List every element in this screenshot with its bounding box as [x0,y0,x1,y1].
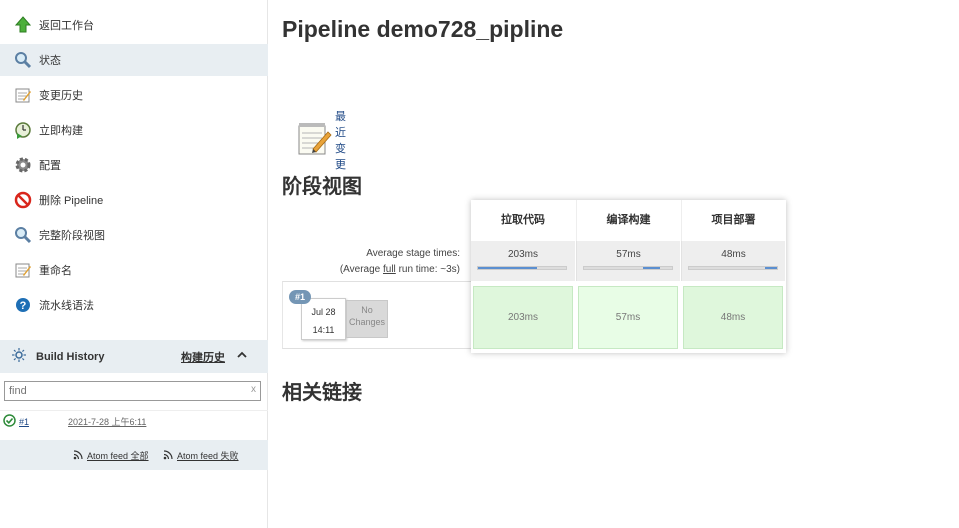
sidebar: 返回工作台 状态 变更历史 立即构建 配置 删除 Pipeline 完整阶段视图… [0,0,268,528]
recent-changes-label: 最近变更 [335,111,346,171]
stage-average: 48ms [681,241,785,281]
sidebar-item-label: 返回工作台 [39,20,94,32]
run-time: 14:11 [312,325,335,335]
avg-run-prefix: (Average [339,264,383,275]
sidebar-item-label: 配置 [39,160,61,172]
stage-average-value: 57ms [616,249,641,260]
sidebar-item-pipeline-syntax[interactable]: ? 流水线语法 [0,289,268,321]
stage-header: 编译构建 [576,200,680,241]
sidebar-item-label: 变更历史 [39,90,83,102]
sidebar-item-full-stage-view[interactable]: 完整阶段视图 [0,219,268,251]
avg-run-full-link[interactable]: full [383,264,396,275]
rss-icon [73,449,83,462]
no-changes-box[interactable]: No Changes [346,300,388,338]
sidebar-item-build-now[interactable]: 立即构建 [0,114,268,146]
sidebar-item-configure[interactable]: 配置 [0,149,268,181]
notepad-icon [13,260,33,280]
atom-feed-failed-label: Atom feed 失败 [177,451,239,461]
related-links-heading: 相关链接 [282,382,362,404]
stage-average-bar-fill [642,267,660,269]
build-search-input[interactable] [5,382,245,400]
stage-average-bar-fill [764,267,777,269]
gear-icon [13,155,33,175]
clear-search-icon[interactable]: x [251,384,256,395]
build-history-row[interactable]: #1 2021-7-28 上午6:11 [0,410,268,432]
stage-cell-success[interactable]: 203ms [473,286,573,349]
sidebar-item-label: 状态 [39,55,61,67]
sidebar-item-label: 流水线语法 [39,300,94,312]
stage-average-bar [583,266,673,270]
sun-icon [12,348,26,365]
atom-feed-all-label: Atom feed 全部 [87,451,149,461]
stage-header: 拉取代码 [501,214,545,226]
sidebar-item-changes[interactable]: 变更历史 [0,79,268,111]
avg-stage-times-label: Average stage times: [366,248,460,259]
run-date: Jul 28 [311,307,336,317]
stage-average-bar [688,266,778,270]
stage-average-bar-fill [478,267,537,269]
avg-run-time-label: (Average full run time: ~3s) [340,264,460,275]
stage-view-grid: 拉取代码 203ms 203ms 编译构建 57ms 57ms 项目部署 48m… [471,200,786,353]
atom-feed-failed-link[interactable]: Atom feed 失败 [163,449,239,462]
stage-view-run-row: #1 Jul 28 14:11 No Changes [282,281,472,349]
recent-changes-link[interactable]: 最近变更 [296,108,346,172]
build-trend-link[interactable]: 构建历史 [181,349,225,365]
build-history-title: Build History [36,350,105,363]
no-entry-icon [13,190,33,210]
stage-column: 编译构建 57ms 57ms [576,200,680,353]
sidebar-item-rename[interactable]: 重命名 [0,254,268,286]
sidebar-item-label: 重命名 [39,265,72,277]
rss-icon [163,449,173,462]
sidebar-item-label: 删除 Pipeline [39,195,104,207]
build-date-link[interactable]: 2021-7-28 上午6:11 [68,415,146,428]
success-check-icon [3,413,16,430]
sidebar-item-back-to-dashboard[interactable]: 返回工作台 [0,9,268,41]
stage-cell-success[interactable]: 48ms [683,286,783,349]
build-history-header: Build History 构建历史 [0,340,268,373]
svg-text:?: ? [20,300,27,312]
notepad-icon [13,85,33,105]
build-number-link[interactable]: #1 [19,417,29,427]
stage-average-value: 48ms [721,249,746,260]
magnifier-icon [13,50,33,70]
stage-view-averages-label: Average stage times: (Average full run t… [282,240,472,280]
sidebar-item-delete-pipeline[interactable]: 删除 Pipeline [0,184,268,216]
sidebar-item-status[interactable]: 状态 [0,44,268,76]
stage-average: 203ms [471,241,575,281]
chevron-up-icon[interactable] [236,349,248,364]
stage-average-bar [477,266,567,270]
stage-header: 项目部署 [681,200,785,241]
stage-column: 项目部署 48ms 48ms [681,200,785,353]
page-title: Pipeline demo728_pipline [282,16,564,42]
atom-feed-all-link[interactable]: Atom feed 全部 [73,449,149,462]
magnifier-icon [13,225,33,245]
help-icon: ? [13,295,33,315]
stage-view-heading: 阶段视图 [282,176,362,198]
run-date-box: Jul 28 14:11 [301,298,346,340]
build-badge[interactable]: #1 [289,290,311,304]
clock-play-icon [13,120,33,140]
stage-cell-success[interactable]: 57ms [578,286,678,349]
avg-run-suffix: run time: ~3s) [395,264,460,275]
stage-average: 57ms [576,241,680,281]
up-arrow-icon [13,15,33,35]
stage-column: 拉取代码 203ms 203ms [471,200,575,353]
notepad-pencil-icon [296,121,332,160]
stage-average-value: 203ms [507,249,538,260]
sidebar-item-label: 完整阶段视图 [39,230,105,242]
build-search-box: x [4,381,261,401]
sidebar-item-label: 立即构建 [39,125,83,137]
atom-feeds-bar: Atom feed 全部 Atom feed 失败 [0,440,268,470]
